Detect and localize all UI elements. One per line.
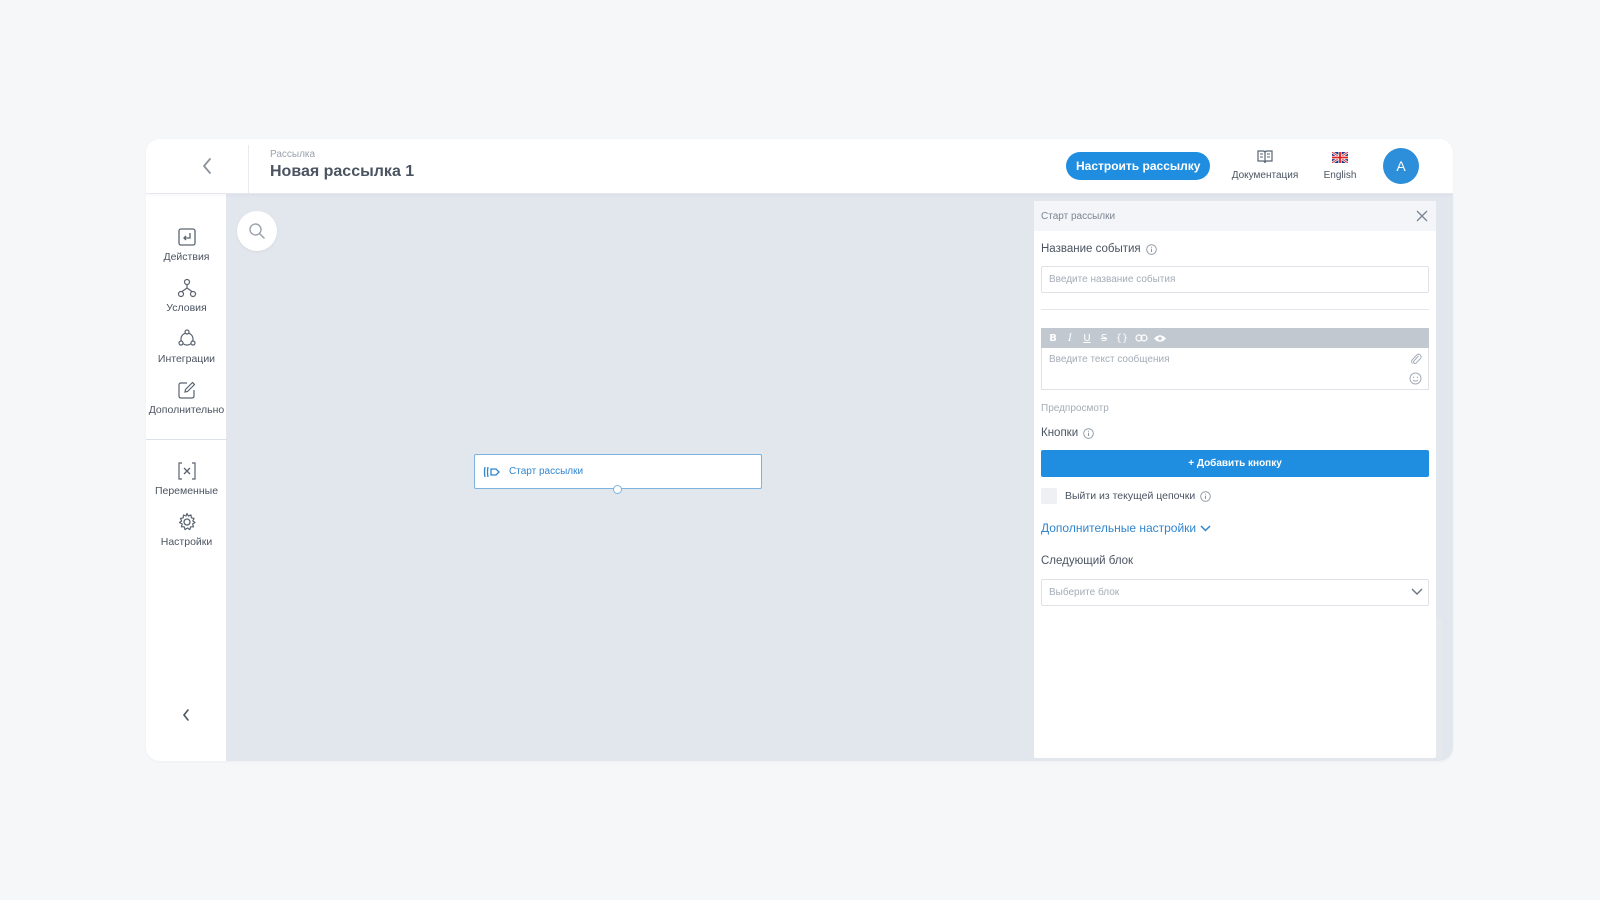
next-block-select[interactable]: Выберите блок: [1041, 579, 1429, 606]
emoji-icon[interactable]: [1409, 372, 1422, 385]
chevron-down-icon: [1200, 524, 1211, 532]
chevron-left-icon: [182, 709, 189, 721]
advanced-settings-toggle[interactable]: Дополнительные настройки: [1041, 521, 1211, 535]
documentation-label: Документация: [1231, 170, 1299, 181]
back-button[interactable]: [194, 153, 220, 179]
close-icon: [1416, 210, 1428, 222]
message-editor[interactable]: Введите текст сообщения: [1041, 348, 1429, 390]
sidebar-item-conditions[interactable]: Условия: [146, 278, 227, 314]
actions-icon: [177, 228, 196, 246]
panel-scrollbar[interactable]: [1436, 618, 1442, 760]
sidebar-item-label: Настройки: [160, 536, 213, 548]
event-name-input[interactable]: [1041, 266, 1429, 293]
strikethrough-button[interactable]: S: [1098, 331, 1110, 345]
sidebar-item-integrations[interactable]: Интеграции: [146, 329, 227, 365]
info-icon[interactable]: [1145, 243, 1157, 255]
panel-title: Старт рассылки: [1041, 210, 1116, 222]
buttons-label: Кнопки: [1041, 427, 1094, 439]
link-button[interactable]: [1134, 331, 1148, 345]
integrations-icon: [177, 329, 196, 346]
add-button-button[interactable]: + Добавить кнопку: [1041, 450, 1429, 477]
language-switch[interactable]: English: [1318, 149, 1362, 181]
close-panel-button[interactable]: [1414, 208, 1430, 224]
sidebar-item-additional[interactable]: Дополнительно: [146, 380, 227, 416]
sidebar-item-label: Дополнительно: [148, 404, 225, 416]
sidebar-item-variables[interactable]: Переменные: [146, 461, 227, 497]
advanced-settings-label: Дополнительные настройки: [1041, 521, 1197, 535]
start-node[interactable]: Старт рассылки: [474, 454, 762, 494]
sidebar-item-label: Действия: [163, 251, 210, 263]
code-button[interactable]: {}: [1115, 331, 1129, 345]
info-icon[interactable]: [1200, 490, 1211, 502]
exit-chain-label-text: Выйти из текущей цепочки: [1065, 490, 1196, 502]
next-block-label: Следующий блок: [1041, 555, 1133, 567]
edit-icon: [177, 381, 195, 399]
header: Рассылка Новая рассылка 1 Настроить расс…: [146, 139, 1453, 194]
sidebar-divider: [146, 439, 227, 440]
paperclip-icon[interactable]: [1410, 352, 1422, 366]
chevron-down-icon: [1411, 588, 1423, 595]
conditions-icon: [177, 278, 196, 298]
sidebar-item-label: Условия: [166, 302, 207, 314]
event-name-label: Название события: [1041, 243, 1157, 255]
link-icon: [1134, 334, 1148, 342]
chevron-left-icon: [203, 158, 211, 174]
italic-button[interactable]: I: [1064, 331, 1076, 345]
search-icon: [249, 223, 265, 239]
page-title: Новая рассылка 1: [270, 163, 415, 180]
next-block-placeholder: Выберите блок: [1049, 587, 1120, 598]
sidebar-item-label: Интеграции: [157, 353, 216, 365]
panel-header: Старт рассылки: [1034, 201, 1436, 231]
preview-toggle-button[interactable]: [1153, 331, 1167, 345]
next-block-label-text: Следующий блок: [1041, 555, 1134, 567]
panel-divider: [1041, 309, 1429, 310]
buttons-label-text: Кнопки: [1041, 427, 1079, 439]
eye-icon: [1154, 334, 1166, 342]
book-icon: [1257, 150, 1273, 164]
breadcrumb[interactable]: Рассылка: [270, 149, 315, 160]
canvas-search-button[interactable]: [237, 211, 277, 251]
info-icon[interactable]: [1083, 427, 1094, 439]
exit-chain-label: Выйти из текущей цепочки: [1065, 490, 1211, 502]
header-divider: [248, 145, 249, 193]
collapse-sidebar-button[interactable]: [176, 705, 196, 725]
preview-link[interactable]: Предпросмотр: [1041, 403, 1109, 414]
editor-toolbar: B I U S {}: [1041, 328, 1429, 348]
variables-icon: [177, 462, 196, 480]
avatar[interactable]: A: [1383, 148, 1419, 184]
uk-flag-icon: [1332, 151, 1348, 163]
start-node-label: Старт рассылки: [509, 466, 584, 477]
underline-button[interactable]: U: [1081, 331, 1093, 345]
sidebar-item-settings[interactable]: Настройки: [146, 512, 227, 548]
message-placeholder: Введите текст сообщения: [1049, 354, 1170, 365]
start-flag-icon: [483, 466, 500, 477]
sidebar-item-label: Переменные: [154, 485, 219, 497]
documentation-link[interactable]: Документация: [1226, 149, 1304, 181]
language-label: English: [1323, 170, 1357, 181]
bold-button[interactable]: B: [1047, 331, 1059, 345]
node-output-port[interactable]: [613, 485, 622, 494]
sidebar: Действия Условия Интеграции Дополнительн…: [146, 194, 227, 761]
block-settings-panel: Старт рассылки Название события B I U S …: [1034, 201, 1436, 758]
event-name-label-text: Название события: [1041, 243, 1141, 255]
exit-chain-checkbox[interactable]: [1041, 488, 1057, 504]
sidebar-item-actions[interactable]: Действия: [146, 227, 227, 263]
gear-icon: [178, 512, 196, 531]
configure-mailing-button[interactable]: Настроить рассылку: [1066, 152, 1211, 180]
